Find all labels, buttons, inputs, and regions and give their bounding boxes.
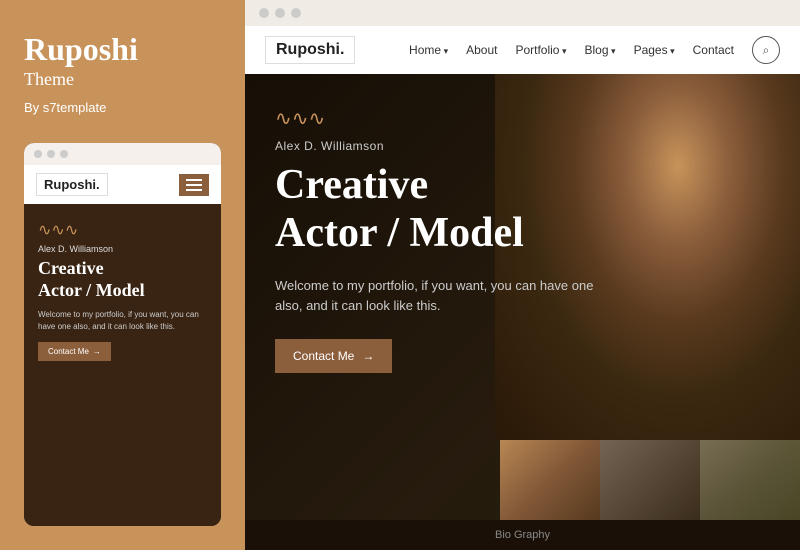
hamburger-line-2 [186,184,202,186]
browser-dot-2 [275,8,285,18]
theme-title: Ruposhi [24,32,221,67]
nav-item-pages[interactable]: Pages [634,43,675,57]
desktop-navbar: Ruposhi. Home About Portfolio Blog Pages… [245,26,800,74]
theme-by: By s7template [24,100,221,115]
bottom-label: Bio Graphy [495,529,550,541]
browser-dot-3 [291,8,301,18]
mobile-contact-button[interactable]: Contact Me → [38,342,111,361]
thumbnail-2[interactable] [600,440,700,520]
desktop-nav: Home About Portfolio Blog Pages Contact … [409,36,780,64]
mobile-navbar: Ruposhi. [24,165,221,204]
hero-thumbnails [500,440,800,520]
hamburger-line-1 [186,179,202,181]
hero-name: Alex D. Williamson [275,139,675,153]
mobile-hero-title: Creative Actor / Model [38,258,207,301]
nav-item-about[interactable]: About [466,43,497,57]
nav-item-contact[interactable]: Contact [693,43,734,57]
mobile-hero-name: Alex D. Williamson [38,244,207,254]
arrow-icon: → [93,347,101,356]
nav-item-home[interactable]: Home [409,43,448,57]
hero-title: Creative Actor / Model [275,161,675,258]
nav-item-blog[interactable]: Blog [585,43,616,57]
thumbnail-3[interactable] [700,440,800,520]
browser-dot-1 [259,8,269,18]
theme-subtitle: Theme [24,69,221,90]
arrow-icon: → [362,349,374,363]
mobile-logo: Ruposhi. [36,173,108,196]
search-icon[interactable]: ⌕ [752,36,780,64]
right-panel: Ruposhi. Home About Portfolio Blog Pages… [245,0,800,550]
mobile-preview: Ruposhi. ∿∿∿ Alex D. Williamson Creative… [24,143,221,526]
mobile-dot-1 [34,150,42,158]
thumbnail-1[interactable] [500,440,600,520]
left-panel: Ruposhi Theme By s7template Ruposhi. ∿∿∿… [0,0,245,550]
browser-bar [245,0,800,26]
mobile-dot-2 [47,150,55,158]
mobile-dot-3 [60,150,68,158]
desktop-logo: Ruposhi. [265,36,355,64]
hero-content: ∿∿∿ Alex D. Williamson Creative Actor / … [245,74,705,405]
mobile-wave-icon: ∿∿∿ [38,220,207,240]
hamburger-line-3 [186,189,202,191]
mobile-browser-dots [24,143,221,165]
mobile-hero-desc: Welcome to my portfolio, if you want, yo… [38,309,207,331]
mobile-hero: ∿∿∿ Alex D. Williamson Creative Actor / … [24,204,221,526]
hero-contact-button[interactable]: Contact Me → [275,339,392,373]
hero-description: Welcome to my portfolio, if you want, yo… [275,276,615,318]
hero-wave-icon: ∿∿∿ [275,106,675,131]
desktop-hero: ∿∿∿ Alex D. Williamson Creative Actor / … [245,74,800,520]
bottom-bar: Bio Graphy [245,520,800,550]
mobile-hamburger-icon[interactable] [179,174,209,196]
nav-item-portfolio[interactable]: Portfolio [515,43,566,57]
